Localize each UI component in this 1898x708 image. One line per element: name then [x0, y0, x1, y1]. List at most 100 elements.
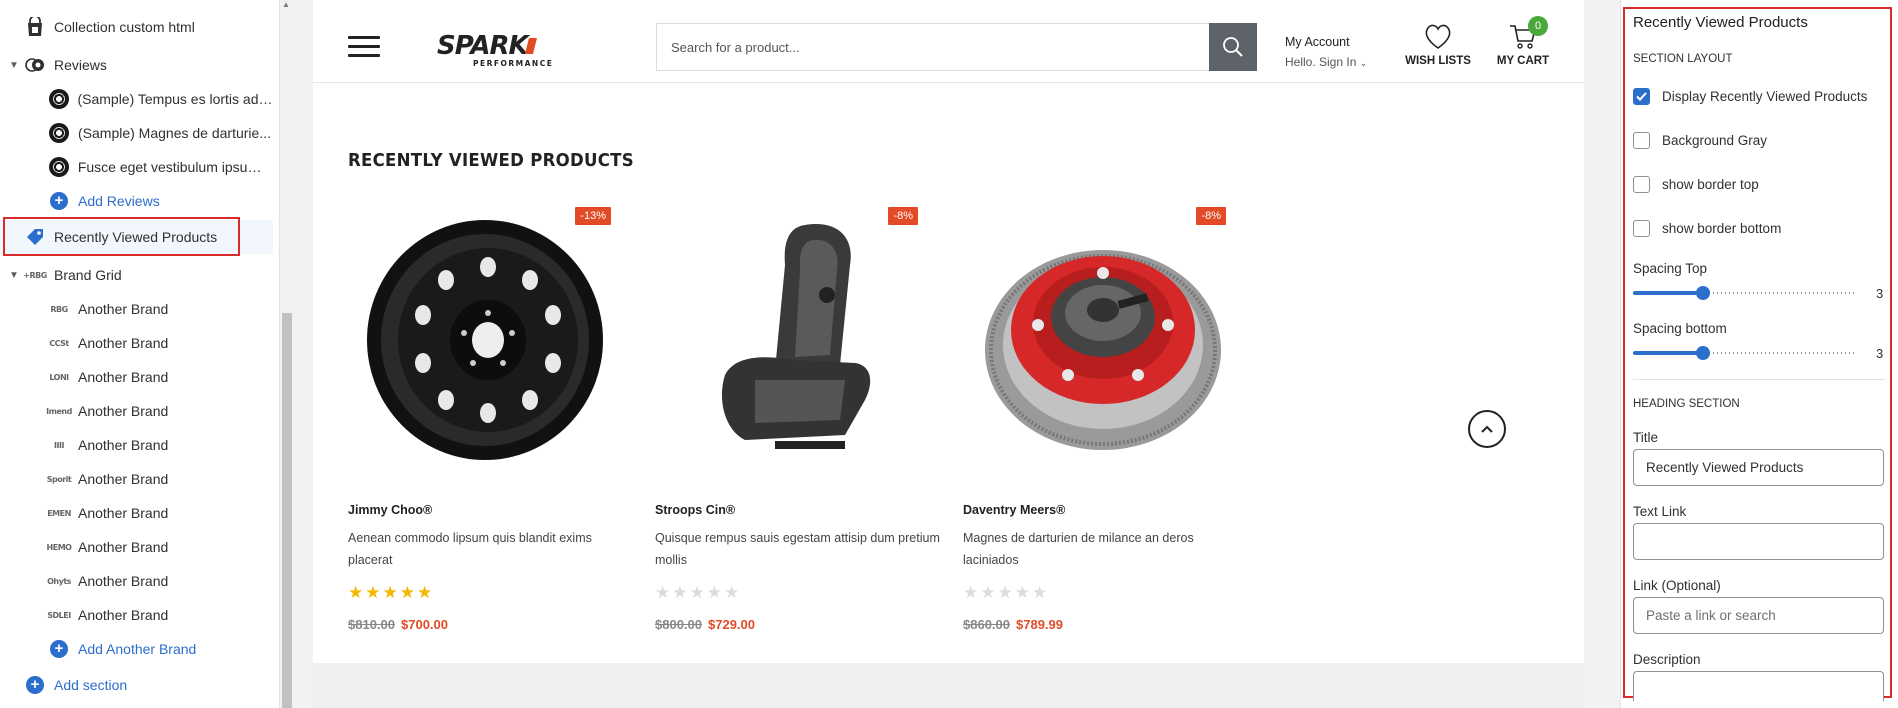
- settings-title: Recently Viewed Products: [1633, 14, 1808, 31]
- sale-price: $729.00: [708, 617, 755, 632]
- brand-logo-icon: EMEN: [47, 508, 71, 518]
- sidebar-item-brand[interactable]: EMEN Another Brand: [0, 496, 273, 530]
- slider-handle[interactable]: [1696, 286, 1710, 300]
- sidebar-item-brand[interactable]: IIII Another Brand: [0, 428, 273, 462]
- sidebar-item-label: Another Brand: [78, 573, 169, 589]
- text-link-input[interactable]: [1633, 523, 1884, 560]
- product-description[interactable]: Magnes de darturien de milance an deros …: [963, 527, 1248, 571]
- sidebar-item-label: Another Brand: [78, 505, 169, 521]
- checkbox-icon[interactable]: [1633, 132, 1650, 149]
- disc-icon: [48, 122, 70, 144]
- account-menu[interactable]: My Account Hello. Sign In ⌄: [1285, 35, 1367, 69]
- add-section-button[interactable]: + Add section: [0, 668, 273, 702]
- search-icon: [1223, 37, 1243, 57]
- store-logo[interactable]: SPARK PERFORMANCE: [433, 30, 593, 70]
- description-label: Description: [1633, 652, 1701, 667]
- next-section-background: [313, 663, 1584, 708]
- product-image[interactable]: -8%: [655, 205, 930, 475]
- brand-logo-icon: Imend: [46, 406, 72, 416]
- sidebar-item-brand[interactable]: Imend Another Brand: [0, 394, 273, 428]
- account-signin: Hello. Sign In: [1285, 55, 1357, 69]
- search-button[interactable]: [1209, 23, 1257, 71]
- discount-badge: -13%: [575, 207, 611, 225]
- product-brand[interactable]: Stroops Cin®: [655, 503, 735, 517]
- brand-logo-icon: LONI: [49, 372, 69, 382]
- checkbox-icon[interactable]: [1633, 176, 1650, 193]
- sidebar-item-brand[interactable]: HEMO Another Brand: [0, 530, 273, 564]
- sale-price: $789.99: [1016, 617, 1063, 632]
- add-reviews-button[interactable]: + Add Reviews: [0, 184, 273, 218]
- link-input[interactable]: Paste a link or search: [1633, 597, 1884, 634]
- spacing-bottom-label: Spacing bottom: [1633, 321, 1727, 336]
- search-input[interactable]: [657, 24, 1209, 70]
- section-tree-sidebar: Collection custom html ▼ Reviews (Sample…: [0, 0, 280, 708]
- product-description[interactable]: Quisque rempus sauis egestam attisip dum…: [655, 527, 940, 571]
- section-layout-heading: SECTION LAYOUT: [1633, 53, 1733, 65]
- show-border-bottom-checkbox[interactable]: show border bottom: [1633, 220, 1781, 237]
- preview-gutter: [1584, 0, 1620, 708]
- sidebar-item-brand[interactable]: CCSt Another Brand: [0, 326, 273, 360]
- sidebar-item-label: Another Brand: [78, 471, 169, 487]
- chevron-down-icon[interactable]: ▼: [6, 60, 22, 71]
- logo-text: SPARK: [437, 31, 531, 61]
- sidebar-item-brand[interactable]: RBG Another Brand: [0, 292, 273, 326]
- spacing-top-label: Spacing Top: [1633, 261, 1708, 276]
- product-brand[interactable]: Daventry Meers®: [963, 503, 1065, 517]
- sidebar-scrollbar[interactable]: ▲: [280, 0, 294, 708]
- sidebar-item-review[interactable]: (Sample) Magnes de darturie...: [0, 116, 273, 150]
- sidebar-item-label: (Sample) Magnes de darturie...: [78, 125, 271, 141]
- plus-icon: +: [48, 190, 70, 212]
- background-gray-checkbox[interactable]: Background Gray: [1633, 132, 1767, 149]
- spacing-top-value: 3: [1876, 286, 1884, 301]
- rating-stars: ★★★★★: [963, 583, 1050, 602]
- chevron-down-icon[interactable]: ▼: [6, 270, 22, 281]
- add-reviews-label: Add Reviews: [78, 193, 160, 209]
- sidebar-item-reviews[interactable]: ▼ Reviews: [0, 48, 273, 82]
- sidebar-item-label: Brand Grid: [54, 267, 122, 283]
- show-border-top-checkbox[interactable]: show border top: [1633, 176, 1759, 193]
- text-link-label: Text Link: [1633, 504, 1687, 519]
- product-card[interactable]: -8% Stroops Cin® Quisque rempus sauis eg…: [655, 205, 945, 632]
- product-card[interactable]: -13% Jimmy Choo® Aenean commodo lipsum q…: [348, 205, 638, 632]
- spacing-top-slider[interactable]: [1633, 285, 1855, 301]
- checkbox-checked-icon[interactable]: [1633, 88, 1650, 105]
- sidebar-item-review[interactable]: Fusce eget vestibulum ipsumt...: [0, 150, 273, 184]
- sidebar-item-label: Another Brand: [78, 369, 169, 385]
- slider-handle[interactable]: [1696, 346, 1710, 360]
- sidebar-item-brand[interactable]: Sporit Another Brand: [0, 462, 273, 496]
- sidebar-item-brand-grid[interactable]: ▼ +RBG Brand Grid: [0, 258, 273, 292]
- scroll-to-top-button[interactable]: [1468, 410, 1506, 448]
- sidebar-item-label: Another Brand: [78, 301, 169, 317]
- heading-section-heading: HEADING SECTION: [1633, 398, 1740, 410]
- rating-stars: ★★★★★: [348, 583, 435, 602]
- checkbox-label: show border bottom: [1662, 221, 1782, 236]
- sidebar-item-brand[interactable]: SDLEI Another Brand: [0, 598, 273, 632]
- product-card[interactable]: -8% Daventry Meers® Magnes de darturien …: [963, 205, 1253, 632]
- add-another-brand-button[interactable]: + Add Another Brand: [0, 632, 273, 666]
- display-recently-viewed-checkbox[interactable]: Display Recently Viewed Products: [1633, 88, 1867, 105]
- wishlist-link[interactable]: WISH LISTS: [1403, 22, 1473, 67]
- product-brand[interactable]: Jimmy Choo®: [348, 503, 432, 517]
- plus-icon: +: [48, 638, 70, 660]
- sidebar-item-collection-custom-html[interactable]: Collection custom html: [0, 10, 273, 44]
- description-input[interactable]: [1633, 671, 1884, 701]
- product-image[interactable]: -13%: [348, 205, 623, 475]
- checkbox-label: Display Recently Viewed Products: [1662, 89, 1868, 104]
- disc-icon: [48, 88, 69, 110]
- sidebar-item-label: Collection custom html: [54, 19, 195, 35]
- title-input[interactable]: Recently Viewed Products: [1633, 449, 1884, 486]
- sidebar-item-brand[interactable]: Ohyts Another Brand: [0, 564, 273, 598]
- menu-icon[interactable]: [348, 36, 380, 58]
- sidebar-item-brand[interactable]: LONI Another Brand: [0, 360, 273, 394]
- brand-logo-icon: RBG: [50, 304, 68, 314]
- selection-highlight: [3, 217, 240, 256]
- store-header: SPARK PERFORMANCE My Account Hello. Sign…: [313, 10, 1584, 83]
- checkbox-icon[interactable]: [1633, 220, 1650, 237]
- sidebar-item-label: Another Brand: [78, 403, 169, 419]
- spacing-bottom-slider[interactable]: [1633, 345, 1855, 361]
- product-description[interactable]: Aenean commodo lipsum quis blandit exims…: [348, 527, 633, 571]
- chevron-up-icon: [1481, 425, 1493, 433]
- sidebar-item-review[interactable]: (Sample) Tempus es lortis ado...: [0, 82, 273, 116]
- product-image[interactable]: -8%: [963, 205, 1238, 475]
- sale-price: $700.00: [401, 617, 448, 632]
